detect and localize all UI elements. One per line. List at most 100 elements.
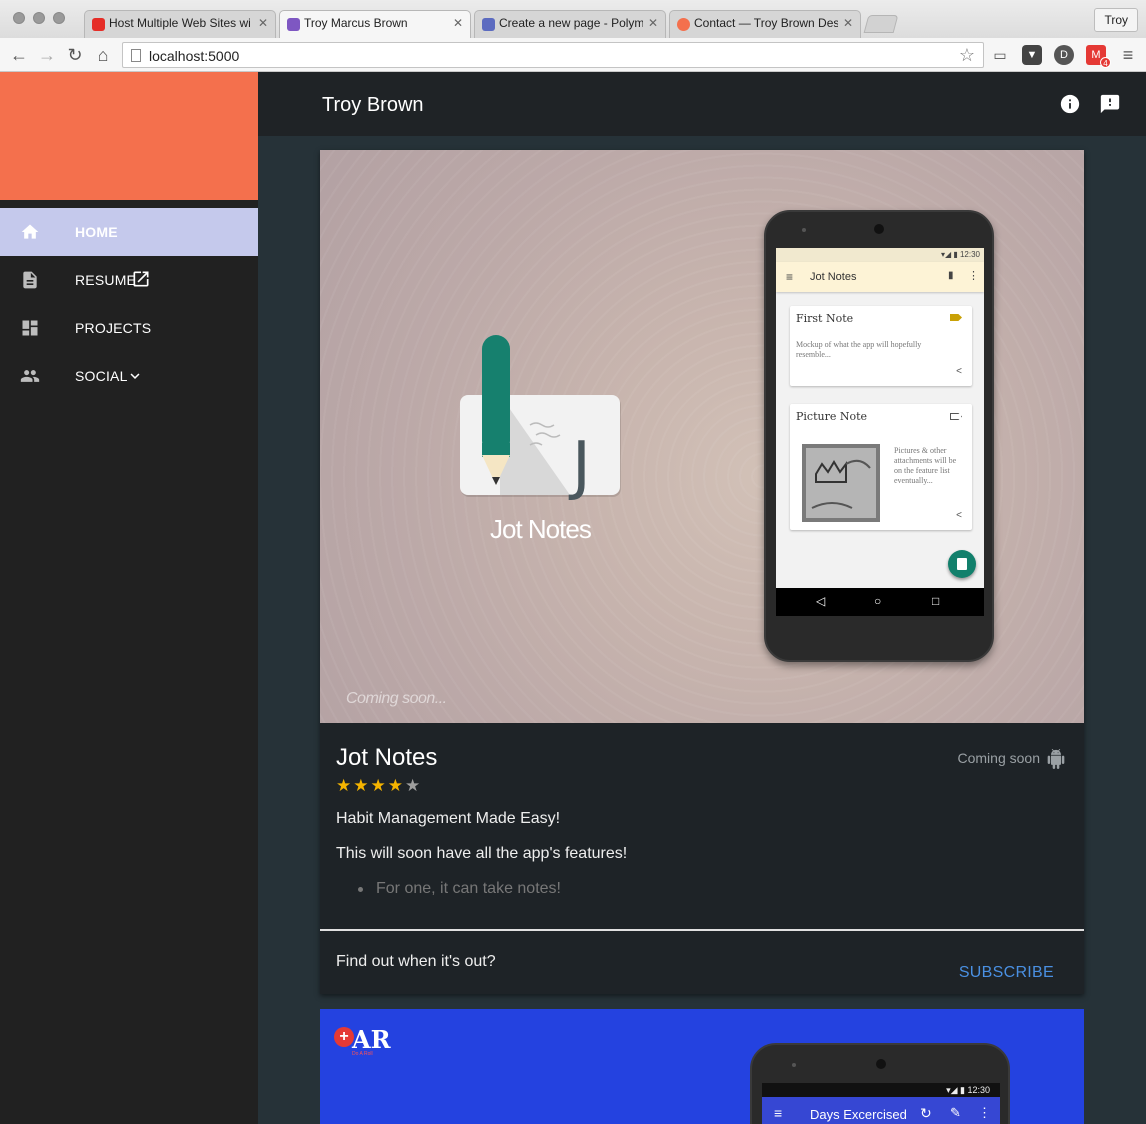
note-attachment-image: [802, 444, 880, 522]
subscribe-prompt: Find out when it's out?: [336, 953, 496, 970]
phone-app-title: Jot Notes: [810, 271, 857, 283]
info-icon[interactable]: [1059, 93, 1081, 115]
phone-screen-2: ▾◢ ▮ 12:30 ≡ Days Excercised ↻ ✎ ⋮: [762, 1083, 1000, 1124]
polymer-favicon-icon: [287, 18, 300, 31]
home-icon: [21, 224, 39, 239]
description-paragraph: Habit Management Made Easy!: [336, 810, 561, 827]
card-divider: [320, 929, 1084, 931]
hero-overlay-text: Coming soon...: [346, 690, 447, 707]
phone-more-icon: ⋮: [968, 270, 979, 282]
feedback-icon[interactable]: [1099, 93, 1121, 115]
address-bar[interactable]: localhost:5000 ☆: [122, 42, 984, 68]
phone-mockup: ▾◢ ▮ 12:30 ≡ Jot Notes ▮ ⋮ First Note Mo…: [764, 210, 994, 662]
nav-label: PROJECTS: [75, 320, 152, 336]
phone-menu-icon: ≡: [786, 270, 794, 284]
phone-camera-icon: [876, 1059, 886, 1069]
tab-title: Host Multiple Web Sites wi: [109, 16, 251, 30]
close-tab-icon[interactable]: ✕: [453, 16, 463, 30]
svg-text:J: J: [568, 429, 591, 503]
phone-share-icon: <: [956, 510, 962, 521]
navigation-drawer: HOME RESUME PROJECTS SOCIAL: [0, 72, 258, 1124]
page-title: Troy Brown: [322, 94, 424, 116]
close-tab-icon[interactable]: ✕: [258, 16, 268, 30]
nav-item-home[interactable]: HOME: [0, 208, 258, 256]
home-icon[interactable]: ⌂: [93, 45, 113, 65]
dashboard-icon: [22, 320, 38, 336]
project-hero-image: J Jot Notes ▾◢ ▮ 12:30 ≡ Jot Notes ▮ ⋮ F…: [320, 150, 1084, 723]
star-empty-icon: ★: [405, 776, 421, 795]
pocket-icon[interactable]: ▼: [1022, 45, 1042, 65]
extension-d-icon[interactable]: D: [1054, 45, 1074, 65]
phone-share-icon: <: [956, 366, 962, 377]
bookmark-star-icon[interactable]: ☆: [959, 45, 975, 66]
subscribe-button[interactable]: SUBSCRIBE: [959, 964, 1054, 982]
gmail-badge: 4: [1100, 57, 1111, 68]
status-text: Coming soon: [957, 750, 1041, 766]
youtube-favicon-icon: [92, 18, 105, 31]
project-card: J Jot Notes ▾◢ ▮ 12:30 ≡ Jot Notes ▮ ⋮ F…: [320, 150, 1084, 994]
phone-add-note-fab: [948, 550, 976, 578]
forward-icon[interactable]: →: [37, 45, 57, 65]
zoom-window-button[interactable]: [53, 12, 65, 24]
browser-tab-active[interactable]: Troy Marcus Brown ✕: [279, 10, 471, 39]
phone-home-icon: ○: [874, 594, 882, 608]
logo-letters: AR: [352, 1025, 391, 1054]
polymer-favicon-icon: [482, 18, 495, 31]
tab-title: Contact — Troy Brown Des: [694, 16, 838, 30]
browser-tab[interactable]: Host Multiple Web Sites wi ✕: [84, 10, 276, 38]
bullet-marker: [358, 887, 363, 892]
document-icon: [23, 271, 37, 289]
chevron-down-icon: [130, 373, 140, 379]
phone-status-bar: ▾◢ ▮ 12:30: [776, 248, 984, 262]
nav-item-social[interactable]: SOCIAL: [0, 352, 258, 400]
hero-logo-title: Jot Notes: [490, 514, 592, 544]
close-tab-icon[interactable]: ✕: [648, 16, 658, 30]
back-icon[interactable]: ←: [9, 45, 29, 65]
star-filled-icon: ★: [353, 776, 369, 795]
rating-stars: ★ ★ ★ ★ ★: [336, 776, 422, 795]
phone-menu-icon: ≡: [774, 1105, 783, 1121]
drawer-header: [0, 72, 258, 200]
star-filled-icon: ★: [336, 776, 352, 795]
close-tab-icon[interactable]: ✕: [843, 16, 853, 30]
nav-label: RESUME: [75, 272, 137, 288]
app-header: Troy Brown: [258, 72, 1146, 136]
new-tab-button[interactable]: [863, 15, 899, 33]
description-paragraph: This will soon have all the app's featur…: [336, 845, 628, 862]
feature-list-item: For one, it can take notes!: [376, 880, 561, 897]
nav-item-resume[interactable]: RESUME: [0, 256, 258, 304]
people-icon: [20, 370, 40, 382]
phone-back-icon: ◁: [816, 594, 826, 608]
phone-nav-bar: ◁ ○ □: [776, 588, 984, 616]
phone-bookmark-icon: ▮: [948, 270, 954, 281]
phone-note-card: First Note Mockup of what the app will h…: [790, 306, 972, 386]
browser-tab[interactable]: Contact — Troy Brown Des ✕: [669, 10, 861, 38]
cast-icon[interactable]: ▭: [990, 45, 1010, 65]
open-in-new-icon: [133, 271, 149, 287]
phone-screen: ▾◢ ▮ 12:30 ≡ Jot Notes ▮ ⋮ First Note Mo…: [776, 248, 984, 616]
menu-icon[interactable]: ≡: [1118, 45, 1138, 65]
phone-status-bar: ▾◢ ▮ 12:30: [762, 1083, 1000, 1097]
minimize-window-button[interactable]: [33, 12, 45, 24]
jot-notes-logo-icon: J: [460, 335, 621, 503]
logo-subtitle: Do A Roll: [352, 1051, 373, 1057]
profile-button[interactable]: Troy: [1094, 8, 1138, 32]
android-icon: [1047, 749, 1065, 769]
plus-icon: +: [334, 1027, 354, 1047]
star-filled-icon: ★: [387, 776, 403, 795]
close-window-button[interactable]: [13, 12, 25, 24]
page-icon: [131, 49, 141, 62]
browser-toolbar: ← → ↻ ⌂ localhost:5000 ☆ ▭ ▼ D M 4 ≡: [0, 38, 1146, 72]
phone-app-title: Days Excercised: [810, 1107, 907, 1122]
phone-label-icon: [950, 314, 962, 321]
nav-label: HOME: [75, 224, 118, 240]
project-title: Jot Notes: [336, 744, 438, 771]
phone-refresh-icon: ↻: [920, 1105, 932, 1121]
nav-item-projects[interactable]: PROJECTS: [0, 304, 258, 352]
phone-edit-icon: ✎: [950, 1105, 961, 1120]
browser-tab[interactable]: Create a new page - Polym ✕: [474, 10, 666, 38]
url-text[interactable]: localhost:5000: [149, 48, 239, 64]
nav-label: SOCIAL: [75, 368, 128, 384]
star-filled-icon: ★: [370, 776, 386, 795]
reload-icon[interactable]: ↻: [65, 45, 85, 65]
